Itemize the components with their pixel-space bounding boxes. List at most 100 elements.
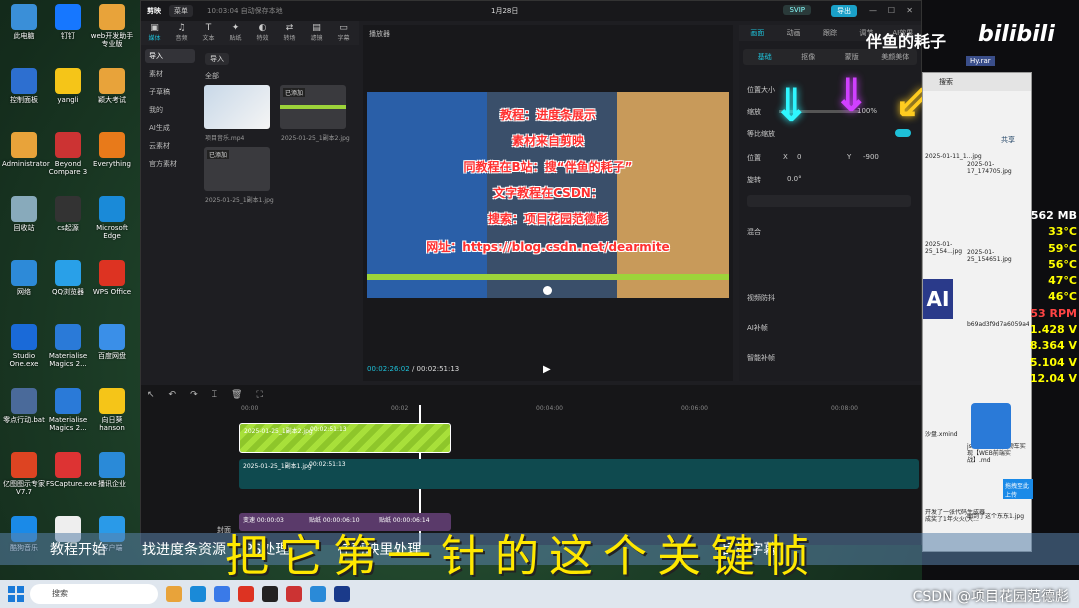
timeline-clip[interactable]: 2025-01-25_1副本1.jpg 00:02:51:13: [239, 459, 919, 489]
align-toolbar[interactable]: [747, 195, 911, 207]
tool-tab[interactable]: T 文本: [195, 21, 222, 45]
desktop-shortcut[interactable]: Administrator: [2, 132, 50, 168]
tool-tab[interactable]: ▣ 媒体: [141, 21, 168, 45]
file-item[interactable]: 2025-01-11_1...jpg: [925, 153, 987, 160]
desktop-shortcut[interactable]: 控制面板: [2, 68, 46, 104]
svip-badge[interactable]: SVIP: [783, 5, 811, 15]
start-icon[interactable]: [8, 586, 24, 602]
wps-icon[interactable]: [238, 586, 254, 602]
property-tab[interactable]: 基础: [743, 49, 787, 65]
crop-icon[interactable]: ⛶: [256, 390, 262, 400]
desktop-shortcut[interactable]: web开发助手专业版: [90, 4, 134, 48]
select-tool-icon[interactable]: ↖: [147, 390, 155, 400]
upload-button[interactable]: 拖拽至此上传: [1003, 479, 1033, 499]
desktop-shortcut[interactable]: Materialise Magics 2...: [46, 388, 90, 432]
nav-item[interactable]: 官方素材: [145, 157, 195, 171]
desktop-shortcut[interactable]: WPS Office: [90, 260, 134, 296]
total-time: 00:02:51:13: [416, 365, 460, 373]
x-value[interactable]: 0: [797, 153, 801, 161]
nav-item[interactable]: 素材: [145, 67, 195, 81]
desktop-shortcut[interactable]: 零点行动.bat: [2, 388, 46, 424]
desktop-shortcut[interactable]: Studio One.exe: [2, 324, 46, 368]
vscode-icon[interactable]: [971, 403, 1011, 449]
share-button[interactable]: 共享: [1001, 135, 1015, 145]
taskbar-search[interactable]: 搜索: [30, 584, 158, 604]
export-button[interactable]: 导出: [831, 5, 857, 17]
desktop-shortcut[interactable]: 亿图图示专家V7.7: [2, 452, 46, 496]
file-item[interactable]: 刷到了这个东东1.jpg: [967, 513, 1029, 520]
desktop-shortcut[interactable]: Materialise Magics 2...: [46, 324, 90, 368]
desktop-shortcut[interactable]: Beyond Compare 3: [46, 132, 90, 176]
desktop-shortcut[interactable]: cs起源: [46, 196, 90, 232]
video-stab-label[interactable]: 视频防抖: [747, 293, 775, 303]
nav-item[interactable]: 子草稿: [145, 85, 195, 99]
tool-tab[interactable]: ♫ 音频: [168, 21, 195, 45]
edge-icon[interactable]: [190, 586, 206, 602]
desktop-shortcut[interactable]: yangli: [46, 68, 90, 104]
video-text: 文字教程在CSDN：: [493, 186, 603, 200]
desktop-shortcut[interactable]: 此电脑: [2, 4, 46, 40]
desktop-shortcut[interactable]: 百度网盘: [90, 324, 134, 360]
nav-item[interactable]: 导入: [145, 49, 195, 63]
explorer-search[interactable]: 搜索: [923, 73, 1031, 91]
app-icon: [55, 68, 81, 94]
rotate-value[interactable]: 0.0°: [787, 175, 802, 183]
split-icon[interactable]: ⌶: [212, 390, 217, 400]
desktop-shortcut[interactable]: FSCapture.exe: [46, 452, 97, 488]
capcut-icon[interactable]: [262, 586, 278, 602]
redo-icon[interactable]: ↷: [190, 390, 198, 400]
ai-app-thumb[interactable]: AI: [923, 279, 953, 319]
app-icon[interactable]: [286, 586, 302, 602]
desktop-shortcut[interactable]: 向日葵hanson: [90, 388, 134, 432]
nav-item[interactable]: AI生成: [145, 121, 195, 135]
file-chip[interactable]: Hy.rar: [966, 56, 995, 66]
tool-tab[interactable]: ▭ 字幕: [330, 21, 357, 45]
blend-label[interactable]: 混合: [747, 227, 761, 237]
app-icon[interactable]: [310, 586, 326, 602]
ai-stab-label[interactable]: AI补帧: [747, 323, 768, 333]
tool-tab[interactable]: ⇄ 转场: [276, 21, 303, 45]
tool-tab[interactable]: ◐ 特效: [249, 21, 276, 45]
undo-icon[interactable]: ↶: [169, 390, 177, 400]
delete-icon[interactable]: 🗑: [231, 390, 242, 400]
desktop-shortcut[interactable]: Everything: [90, 132, 134, 168]
tool-label: 音频: [175, 35, 188, 42]
chrome-icon[interactable]: [214, 586, 230, 602]
import-button[interactable]: 导入: [205, 53, 229, 65]
video-preview[interactable]: 教程：进度条展示 素材来自剪映 同教程在B站：搜“伴鱼的耗子” 文字教程在CSD…: [367, 92, 729, 298]
tool-tab[interactable]: ✦ 贴纸: [222, 21, 249, 45]
desktop-shortcut[interactable]: QQ浏览器: [46, 260, 90, 296]
media-thumb[interactable]: 已添加: [280, 85, 346, 129]
desktop-shortcut[interactable]: 网络: [2, 260, 46, 296]
all-filter[interactable]: 全部: [205, 71, 219, 81]
y-value[interactable]: -900: [863, 153, 879, 161]
app-icon: [55, 132, 81, 158]
photoshop-icon[interactable]: [334, 586, 350, 602]
desktop-shortcut[interactable]: Microsoft Edge: [90, 196, 134, 240]
property-tab[interactable]: 动画: [775, 25, 811, 41]
hw-reading: 56°C: [1048, 257, 1077, 271]
property-tab[interactable]: 跟踪: [812, 25, 848, 41]
property-tab[interactable]: 画面: [739, 25, 775, 41]
desktop-shortcut[interactable]: 钉钉: [46, 4, 90, 40]
property-tab[interactable]: 抠像: [787, 49, 831, 65]
timeline-clip[interactable]: 2025-01-25_1副本2.jpg 00:02:51:13: [239, 423, 451, 453]
close-icon[interactable]: ✕: [906, 6, 913, 15]
tool-tab[interactable]: ▤ 滤镜: [303, 21, 330, 45]
timeline-toolbar: ↖ ↶ ↷ ⌶ 🗑 ⛶: [141, 385, 921, 405]
maximize-icon[interactable]: ☐: [888, 6, 895, 15]
media-thumb[interactable]: [204, 85, 270, 129]
uniform-toggle[interactable]: [895, 129, 911, 137]
desktop-shortcut[interactable]: 播讯企业: [90, 452, 134, 488]
minimize-icon[interactable]: —: [869, 6, 877, 15]
file-explorer-icon[interactable]: [166, 586, 182, 602]
desktop-shortcut[interactable]: 回收站: [2, 196, 46, 232]
nav-item[interactable]: 云素材: [145, 139, 195, 153]
menu-button[interactable]: 菜单: [169, 5, 193, 17]
smart-frame-label[interactable]: 智能补帧: [747, 353, 775, 363]
nav-item[interactable]: 我的: [145, 103, 195, 117]
file-item[interactable]: 2025-01-17_174705.jpg: [967, 161, 1029, 175]
desktop-shortcut[interactable]: 颖大考试: [90, 68, 134, 104]
media-thumb[interactable]: 已添加: [204, 147, 270, 191]
play-icon[interactable]: ▶: [543, 364, 551, 375]
